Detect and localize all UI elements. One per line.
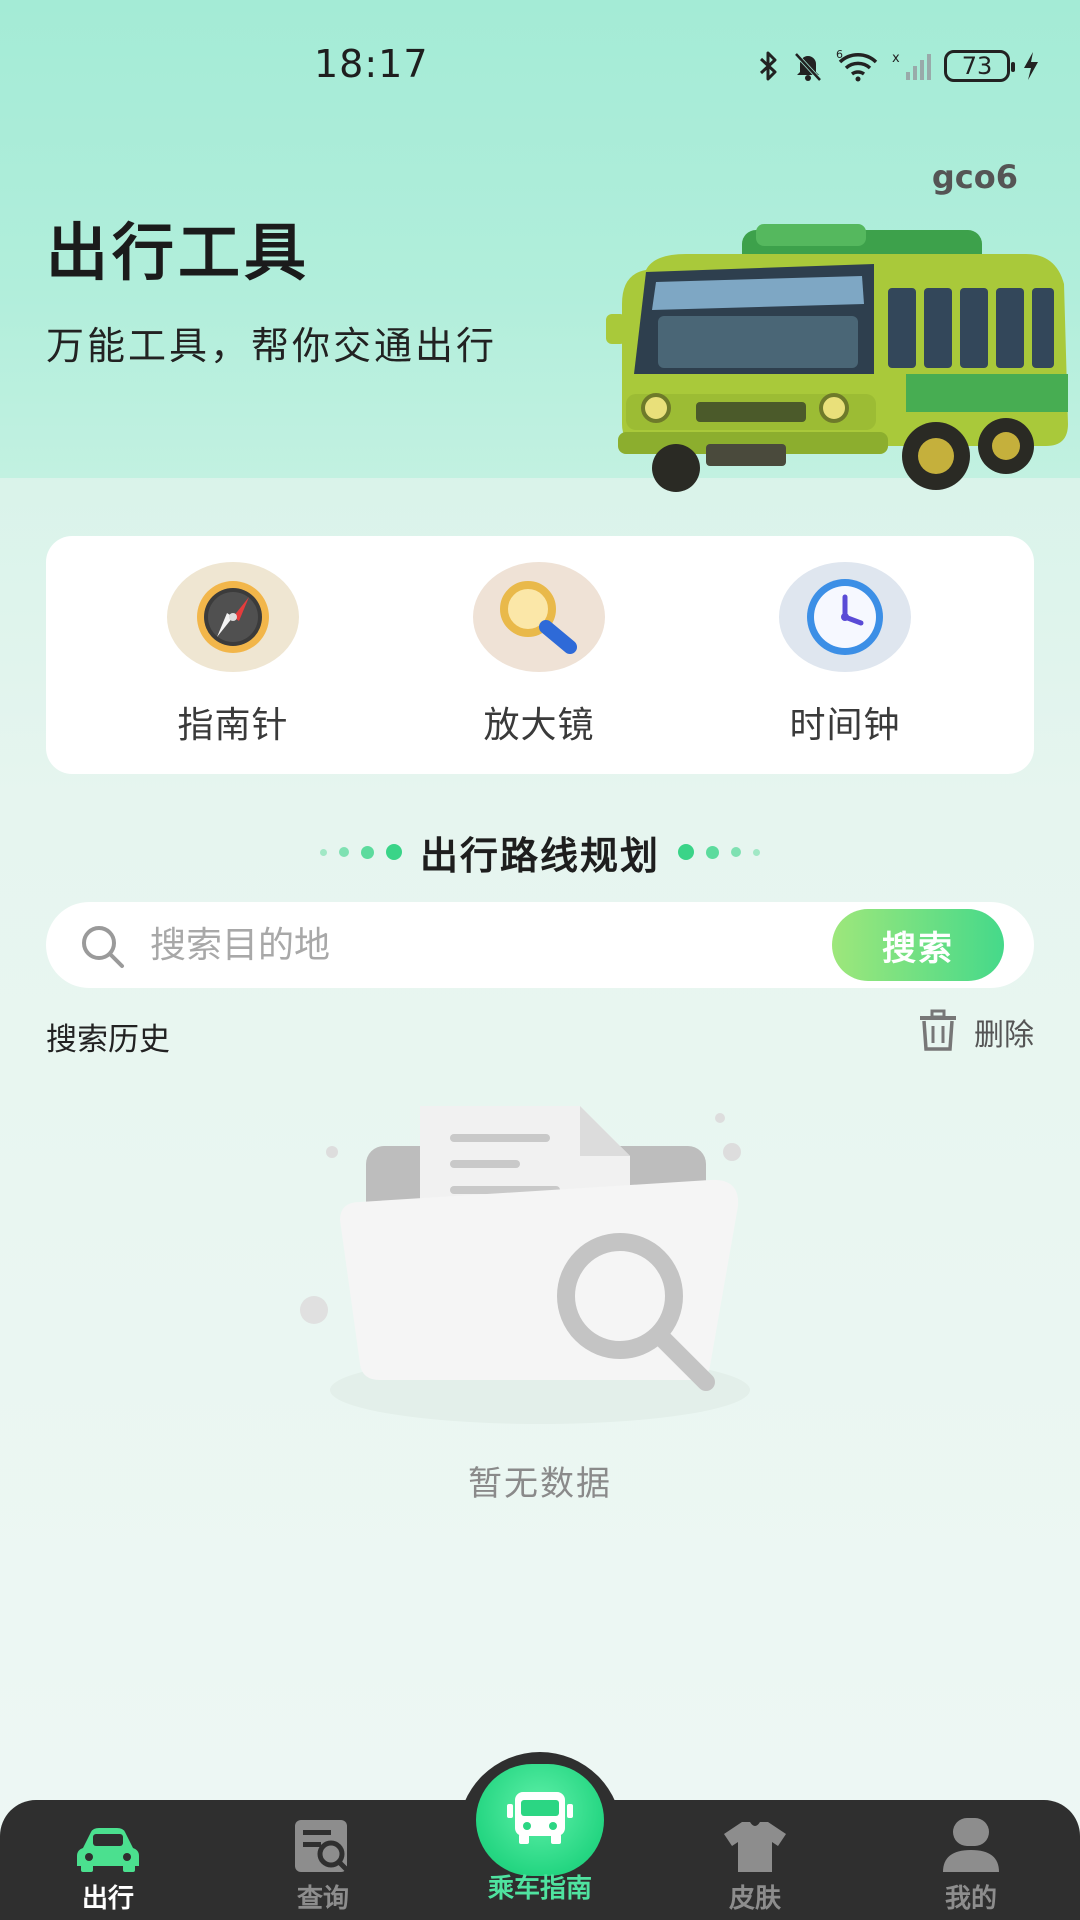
nav-item-skin[interactable]: 皮肤 [680,1812,830,1915]
trash-icon [916,1008,960,1056]
nav-item-query[interactable]: 查询 [248,1812,398,1915]
decorative-dots-left [319,844,402,860]
search-icon [78,922,128,976]
page-title: 出行工具 [46,216,311,289]
magnifier-icon [473,562,605,672]
charging-icon [1022,50,1040,82]
mute-bell-icon [792,50,824,82]
tool-clock[interactable]: 时间钟 [755,562,935,748]
svg-text:6: 6 [836,50,843,61]
user-tag: gco6 [931,158,1018,196]
nav-label: 查询 [296,1884,349,1914]
bus-icon [505,1788,575,1852]
tool-label: 指南针 [177,705,289,746]
nav-item-mine[interactable]: 我的 [896,1812,1046,1915]
tool-compass[interactable]: 指南针 [143,562,323,748]
search-input[interactable] [150,916,710,974]
page-subtitle: 万能工具，帮你交通出行 [46,324,498,368]
status-time: 18:17 [314,42,429,86]
search-history-label: 搜索历史 [46,1022,170,1058]
bluetooth-icon [758,50,780,82]
delete-history-button[interactable]: 删除 [916,1008,1034,1056]
delete-label: 删除 [974,1018,1034,1053]
car-icon [33,1812,183,1874]
svg-text:x: x [892,51,900,66]
nav-label-bus-guide: 乘车指南 [487,1874,592,1904]
status-bar: 18:17 6 x 73 [0,0,1080,130]
search-button[interactable]: 搜索 [832,909,1004,981]
signal-none-icon: x [892,50,932,82]
wifi-6-icon: 6 [836,50,880,82]
decorative-dots-right [678,844,760,860]
search-bar: 搜索 [46,902,1034,988]
nav-label: 皮肤 [728,1884,781,1914]
battery-icon: 73 [944,50,1015,82]
nav-label: 我的 [944,1884,997,1914]
status-icons: 6 x 73 [758,46,1040,86]
tshirt-icon [680,1812,830,1874]
section-title: 出行路线规划 [419,833,660,878]
nav-item-travel[interactable]: 出行 [33,1812,183,1915]
section-header: 出行路线规划 [0,824,1080,880]
user-icon [896,1812,1046,1874]
compass-icon [167,562,299,672]
nav-label: 出行 [81,1884,134,1914]
query-icon [248,1812,398,1874]
nav-item-bus-guide[interactable] [476,1764,604,1876]
bus-illustration [606,224,1068,492]
tools-card: 指南针 放大镜 时间钟 [46,536,1034,774]
empty-state-text: 暂无数据 [468,1464,612,1504]
empty-folder-illustration [300,1106,750,1424]
tool-magnifier[interactable]: 放大镜 [449,562,629,748]
clock-icon [779,562,911,672]
tool-label: 放大镜 [483,705,595,746]
tool-label: 时间钟 [789,705,901,746]
